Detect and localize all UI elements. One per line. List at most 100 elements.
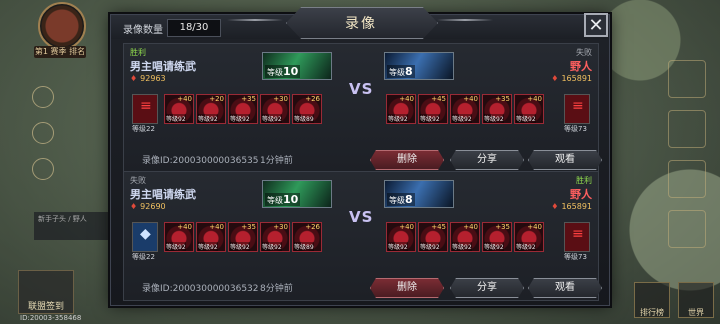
bag-icon[interactable]: [668, 160, 706, 198]
left-unit[interactable]: +30 等级92: [260, 94, 290, 124]
season-rank-badge: 第1 赛季 排名: [34, 46, 86, 58]
record-id: 录像ID:200030000036532: [142, 284, 259, 294]
right-player-name: 野人: [570, 60, 592, 73]
right-power: ♦ 165891: [551, 202, 592, 211]
quest-icon[interactable]: [32, 122, 54, 144]
right-lead-level: 等级73: [564, 253, 587, 261]
record-count-label: 录像数量: [123, 25, 163, 36]
right-unit[interactable]: +40 等级92: [386, 94, 416, 124]
delete-button[interactable]: 删除: [370, 150, 444, 170]
left-unit[interactable]: +40 等级92: [164, 94, 194, 124]
menu-icon[interactable]: [32, 86, 54, 108]
flame-icon: ♦: [551, 202, 559, 211]
left-unit[interactable]: +26 等级89: [292, 94, 322, 124]
alliance-checkin-label: 联盟签到: [27, 302, 64, 312]
record-time: 8分钟前: [260, 284, 293, 294]
right-player-name: 野人: [570, 188, 592, 201]
shield-icon: ◆: [140, 226, 151, 242]
left-power: ♦ 92690: [130, 202, 166, 211]
left-unit[interactable]: +20 等级92: [196, 94, 226, 124]
left-power: ♦ 92963: [130, 74, 166, 83]
ranking-button[interactable]: 排行榜: [634, 282, 670, 318]
left-boss-portrait: 等级10: [262, 180, 332, 208]
title-ornament-right: [437, 19, 493, 21]
lead-emblem-icon: ≡: [572, 98, 584, 114]
share-button[interactable]: 分享: [450, 278, 524, 298]
right-side-icons: [668, 60, 710, 260]
left-lead-level: 等级22: [132, 253, 155, 261]
title-ornament-left: [227, 19, 283, 21]
left-unit[interactable]: +40 等级92: [196, 222, 226, 252]
watch-button[interactable]: 观看: [528, 150, 602, 170]
right-unit[interactable]: +40 等级92: [386, 222, 416, 252]
world-label: 世界: [688, 308, 704, 317]
right-result: 胜利: [576, 176, 592, 185]
right-unit[interactable]: +40 等级92: [514, 222, 544, 252]
share-button[interactable]: 分享: [450, 150, 524, 170]
left-lead-level: 等级22: [132, 125, 155, 133]
right-boss-level: 等级8: [387, 65, 415, 78]
replay-record-card: 胜利 失败 男主唱请练武 野人 ♦ 92963 ♦ 165891 等级10 VS 等…: [123, 43, 602, 173]
event-icon[interactable]: [32, 158, 54, 180]
vs-label: VS: [349, 208, 374, 226]
right-power: ♦ 165891: [551, 74, 592, 83]
lead-emblem-icon: ≡: [140, 98, 152, 114]
mail-icon[interactable]: [668, 110, 706, 148]
right-lead-unit[interactable]: ≡: [564, 94, 590, 124]
left-power-value: 92963: [140, 74, 166, 83]
left-lead-unit[interactable]: ◆: [132, 222, 158, 252]
left-player-name: 男主唱请练武: [130, 60, 196, 73]
chat-line: 新手子头 / 野人: [38, 215, 87, 223]
left-power-value: 92690: [140, 202, 166, 211]
close-icon[interactable]: ✕: [584, 13, 608, 37]
right-boss-portrait: 等级8: [384, 52, 454, 80]
task-icon[interactable]: [668, 210, 706, 248]
record-time: 1分钟前: [260, 156, 293, 166]
right-boss-portrait: 等级8: [384, 180, 454, 208]
vs-label: VS: [349, 80, 374, 98]
left-unit[interactable]: +26 等级89: [292, 222, 322, 252]
record-id: 录像ID:200030000036535: [142, 156, 259, 166]
left-unit[interactable]: +40 等级92: [164, 222, 194, 252]
right-unit[interactable]: +40 等级92: [450, 222, 480, 252]
left-side-icons: [32, 86, 58, 194]
lead-emblem-icon: ≡: [572, 226, 584, 242]
world-button[interactable]: 世界: [678, 282, 714, 318]
alliance-checkin-button[interactable]: 联盟签到: [18, 270, 74, 314]
right-lead-level: 等级73: [564, 125, 587, 133]
left-unit[interactable]: +35 等级92: [228, 222, 258, 252]
right-power-value: 165891: [561, 202, 592, 211]
ranking-label: 排行榜: [640, 308, 664, 317]
modal-title: 录像: [345, 16, 377, 32]
player-id-label: ID:20003-358468: [20, 314, 82, 322]
left-result: 胜利: [130, 48, 146, 57]
replay-modal: 录像数量 18/30 录像 ✕ 胜利 失败 男主唱请练武 野人 ♦ 92963 ♦…: [110, 7, 610, 306]
right-result: 失败: [576, 48, 592, 57]
delete-button[interactable]: 删除: [370, 278, 444, 298]
replay-record-card: 失败 胜利 男主唱请练武 野人 ♦ 92690 ♦ 165891 等级10 VS 等…: [123, 171, 602, 301]
right-unit[interactable]: +45 等级92: [418, 94, 448, 124]
flame-icon: ♦: [130, 74, 138, 83]
right-unit[interactable]: +35 等级92: [482, 94, 512, 124]
flame-icon: ♦: [130, 202, 138, 211]
player-avatar[interactable]: [38, 2, 86, 50]
left-unit[interactable]: +30 等级92: [260, 222, 290, 252]
right-lead-unit[interactable]: ≡: [564, 222, 590, 252]
record-count-value: 18/30: [167, 19, 221, 37]
watch-button[interactable]: 观看: [528, 278, 602, 298]
right-unit[interactable]: +35 等级92: [482, 222, 512, 252]
left-lead-unit[interactable]: ≡: [132, 94, 158, 124]
right-unit[interactable]: +40 等级92: [450, 94, 480, 124]
left-player-name: 男主唱请练武: [130, 188, 196, 201]
shop-icon[interactable]: [668, 60, 706, 98]
right-power-value: 165891: [561, 74, 592, 83]
left-unit[interactable]: +35 等级92: [228, 94, 258, 124]
right-unit[interactable]: +45 等级92: [418, 222, 448, 252]
left-boss-portrait: 等级10: [262, 52, 332, 80]
left-result: 失败: [130, 176, 146, 185]
flame-icon: ♦: [551, 74, 559, 83]
left-boss-level: 等级10: [265, 193, 301, 206]
right-unit[interactable]: +40 等级92: [514, 94, 544, 124]
bottom-right-nav: 排行榜 世界: [634, 282, 714, 318]
left-boss-level: 等级10: [265, 65, 301, 78]
